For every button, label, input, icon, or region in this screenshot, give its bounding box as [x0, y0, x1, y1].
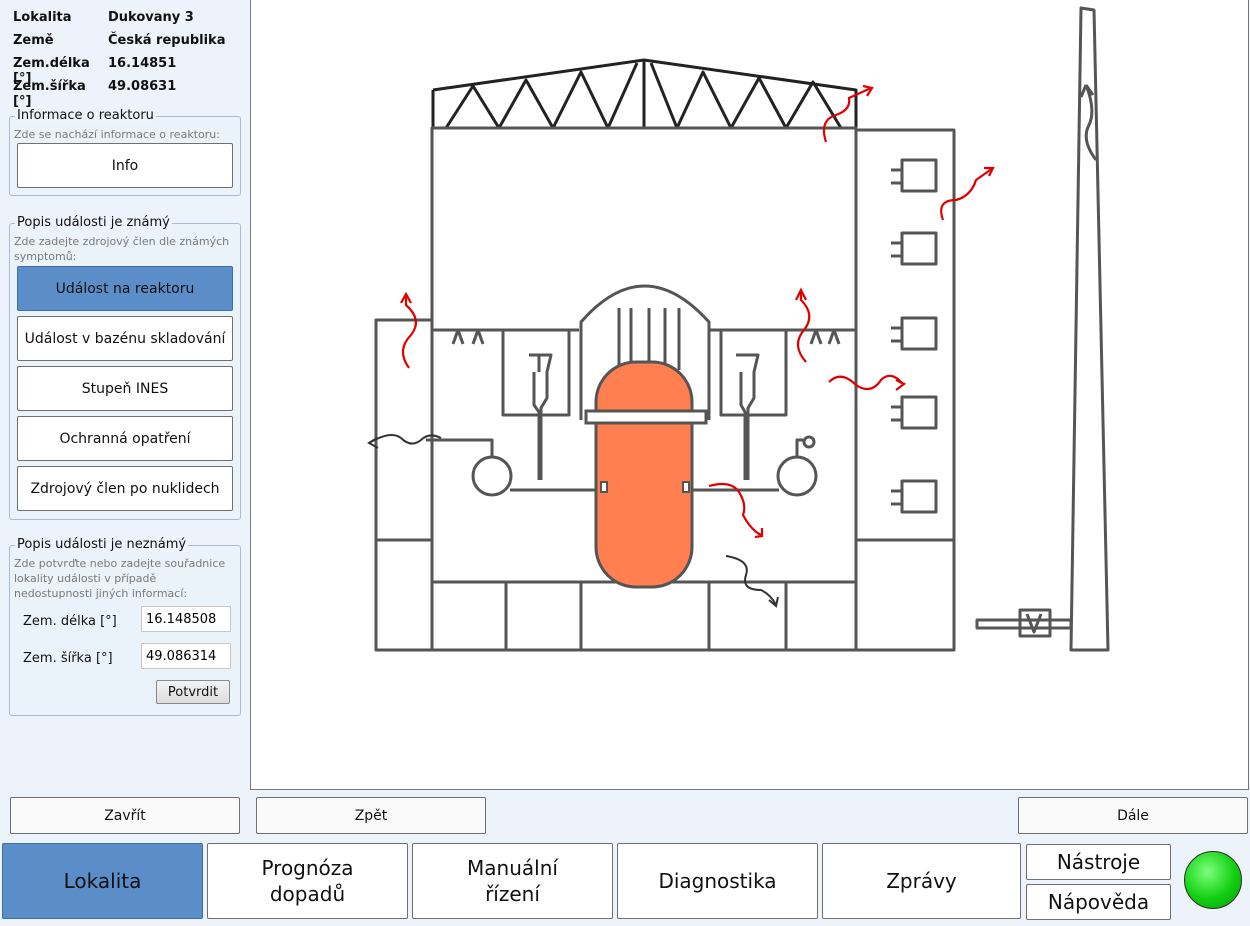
location-row: Zem.šířka [°] 49.08631 [13, 79, 225, 109]
storage-pool-event-button[interactable]: Událost v bazénu skladování [17, 316, 233, 361]
reactor-info-group: Informace o reaktoru Zde se nachází info… [9, 108, 241, 196]
group-title: Popis události je neznámý [15, 537, 189, 552]
tab-nastroje[interactable]: Nástroje [1026, 844, 1171, 880]
tab-lokalita[interactable]: Lokalita [2, 843, 203, 919]
group-title: Informace o reaktoru [15, 108, 156, 123]
internal-arrows [367, 433, 779, 608]
group-title: Popis události je známý [15, 215, 172, 230]
protective-measures-button[interactable]: Ochranná opatření [17, 416, 233, 461]
nuclide-source-term-button[interactable]: Zdrojový člen po nuklidech [17, 466, 233, 511]
roof-truss [431, 58, 858, 130]
location-key: Země [13, 33, 54, 48]
location-value: Dukovany 3 [108, 10, 194, 25]
group-description: Zde potvrďte nebo zadejte souřadnice lok… [14, 557, 226, 600]
ventilation-stack [1069, 6, 1110, 652]
sidebar: Lokalita Dukovany 3 Země Česká republika… [0, 0, 249, 790]
location-row: Lokalita Dukovany 3 [13, 10, 225, 33]
confirm-button[interactable]: Potvrdit [156, 680, 230, 704]
reactor-core [594, 360, 694, 589]
unknown-event-group: Popis události je neznámý Zde potvrďte n… [9, 537, 241, 716]
known-event-group: Popis události je známý Zde zadejte zdro… [9, 215, 241, 520]
reactor-diagram-canvas [250, 0, 1249, 790]
location-key: Zem.délka [°] [13, 56, 90, 86]
next-button[interactable]: Dále [1018, 797, 1248, 834]
left-annex [374, 318, 434, 652]
status-indicator-light [1184, 851, 1242, 909]
location-key: Zem.šířka [°] [13, 79, 86, 109]
tower-windows [891, 158, 938, 514]
info-button[interactable]: Info [17, 143, 233, 188]
back-button[interactable]: Zpět [256, 797, 486, 834]
location-value: 16.14851 [108, 56, 177, 71]
right-pump [776, 455, 818, 497]
tab-napoveda[interactable]: Nápověda [1026, 884, 1171, 920]
tab-manualni[interactable]: Manuální řízení [412, 843, 613, 919]
reactor-flange [584, 409, 708, 425]
longitude-input[interactable] [141, 606, 231, 632]
location-value: Česká republika [108, 33, 226, 48]
location-value: 49.08631 [108, 79, 177, 94]
location-info: Lokalita Dukovany 3 Země Česká republika… [13, 10, 225, 109]
tab-zpravy[interactable]: Zprávy [822, 843, 1021, 919]
latitude-label: Zem. šířka [°] [23, 651, 113, 666]
right-tower [854, 128, 956, 652]
group-description: Zde se nachází informace o reaktoru: [14, 128, 220, 141]
latitude-input[interactable] [141, 643, 231, 669]
location-row: Zem.délka [°] 16.14851 [13, 56, 225, 86]
location-key: Lokalita [13, 10, 72, 25]
ines-level-button[interactable]: Stupeň INES [17, 366, 233, 411]
reactor-event-button[interactable]: Událost na reaktoru [17, 266, 233, 311]
left-pump [471, 455, 513, 497]
longitude-label: Zem. délka [°] [23, 614, 117, 629]
location-row: Země Česká republika [13, 33, 225, 56]
close-button[interactable]: Zavřít [10, 797, 240, 834]
tab-prognoza[interactable]: Prognóza dopadů [207, 843, 408, 919]
reactor-building-diagram [367, 6, 1110, 652]
tab-diagnostika[interactable]: Diagnostika [617, 843, 818, 919]
group-description: Zde zadejte zdrojový člen dle známých sy… [14, 235, 230, 263]
